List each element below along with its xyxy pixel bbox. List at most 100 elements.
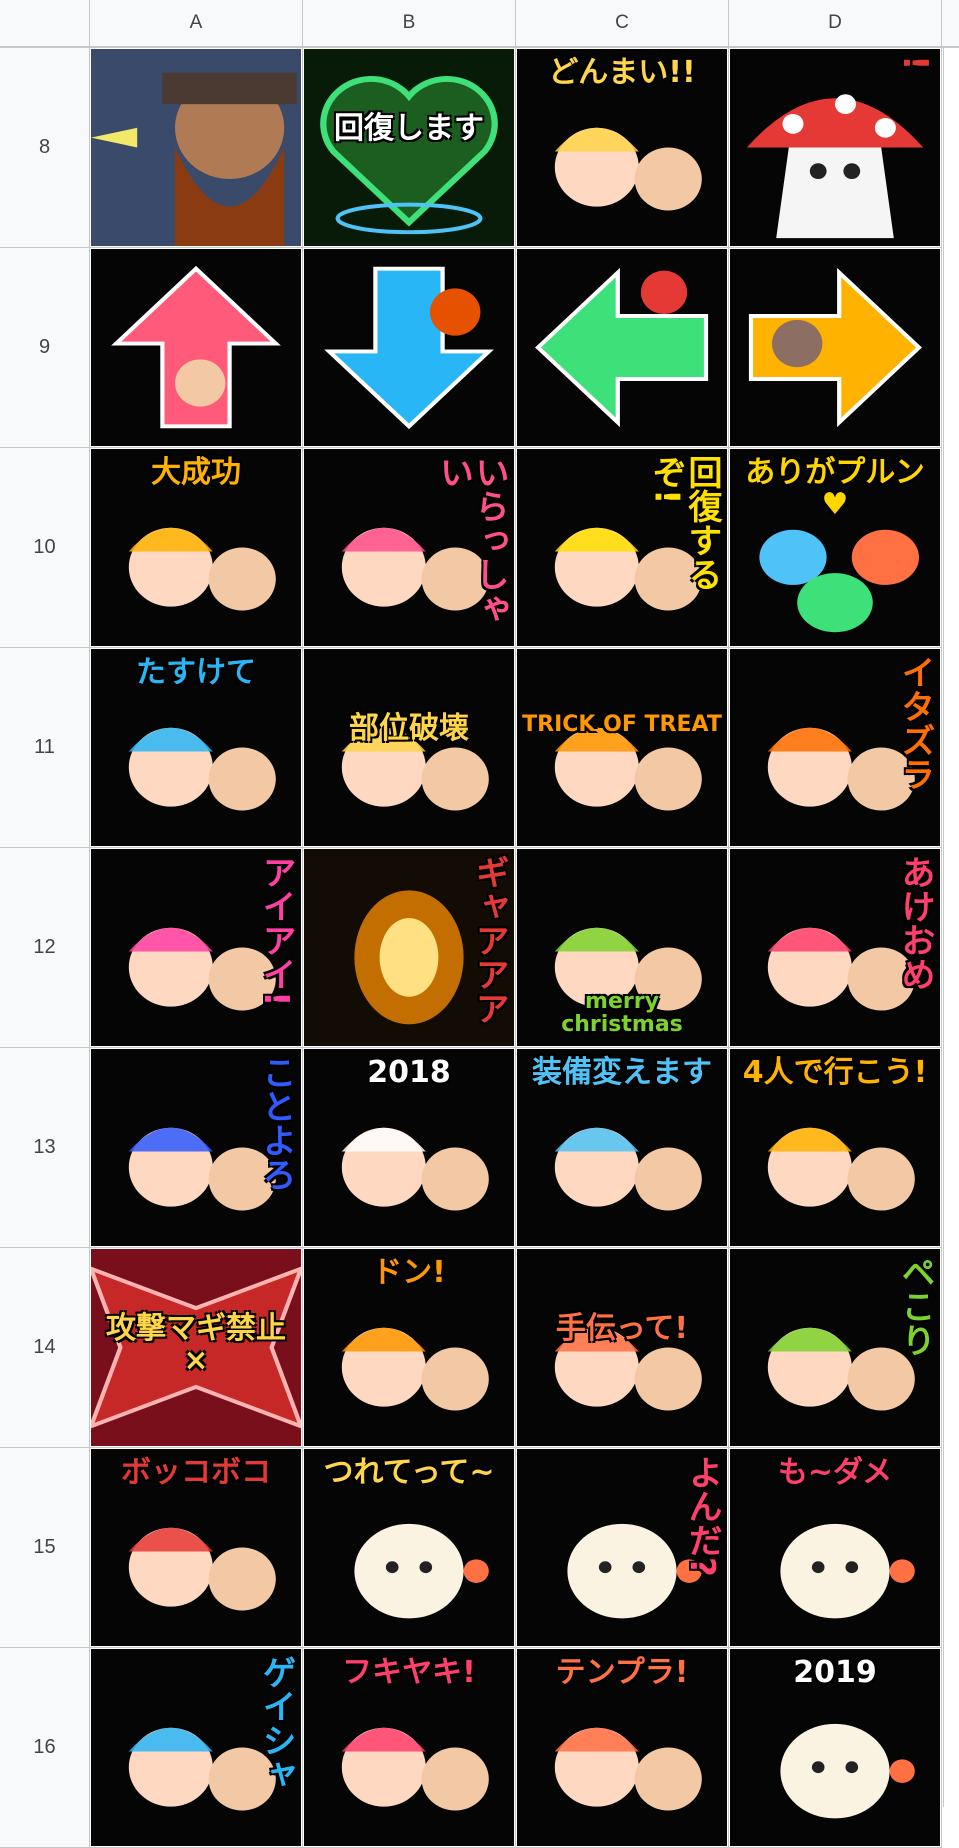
cell-b15[interactable]: つれてって~	[303, 1448, 516, 1648]
cell-c8[interactable]: どんまい!!	[516, 48, 729, 248]
sticker-image: フキヤキ!	[304, 1649, 514, 1846]
cell-c14[interactable]: 手伝って!	[516, 1248, 729, 1448]
column-header-b[interactable]: B	[303, 0, 516, 46]
row-header-10[interactable]: 10	[0, 448, 90, 648]
sticker-image: ボッコボコ	[91, 1449, 301, 1646]
sticker-illustration	[748, 267, 922, 428]
column-header-a[interactable]: A	[90, 0, 303, 46]
cell-a13[interactable]: ことよろ	[90, 1048, 303, 1248]
sticker-caption: イタズラ	[895, 655, 935, 791]
cell-d11[interactable]: イタズラ	[729, 648, 942, 848]
row-header-16[interactable]: 16	[0, 1648, 90, 1848]
sticker-caption: !	[895, 55, 935, 71]
cell-d13[interactable]: 4人で行こう!	[729, 1048, 942, 1248]
row-header-13[interactable]: 13	[0, 1048, 90, 1248]
sticker-image: ありがプルン♥	[730, 449, 940, 646]
row-header-8[interactable]: 8	[0, 48, 90, 248]
sticker-caption: ことよろ	[256, 1055, 296, 1191]
cell-c12[interactable]: merry christmas	[516, 848, 729, 1048]
sticker-caption: 手伝って!	[555, 1311, 689, 1346]
sticker-caption: いらっしゃい	[433, 455, 509, 625]
sticker-image: いらっしゃい	[304, 449, 514, 646]
vertical-scrollbar[interactable]	[943, 48, 959, 1807]
sticker-image: イタズラ	[730, 649, 940, 846]
sticker-illustration	[341, 727, 489, 811]
cell-d12[interactable]: あけおめ	[729, 848, 942, 1048]
cell-d14[interactable]: ペこり	[729, 1248, 942, 1448]
cell-a12[interactable]: アイアイ!	[90, 848, 303, 1048]
sticker-caption: ボッコボコ	[121, 1455, 271, 1490]
sticker-image: 回復します	[304, 49, 514, 246]
cell-d9[interactable]	[729, 248, 942, 448]
column-header-d[interactable]: D	[729, 0, 942, 46]
sticker-caption: どんまい!!	[548, 55, 696, 90]
cell-c11[interactable]: TRICK OF TREAT	[516, 648, 729, 848]
sticker-image: アイアイ!	[91, 849, 301, 1046]
sticker-image: 2018	[304, 1049, 514, 1246]
cell-b8[interactable]: 回復します	[303, 48, 516, 248]
sticker-caption: ゲイシャ	[256, 1655, 296, 1791]
sticker-caption: 部位破壊	[349, 711, 469, 746]
row-header-15[interactable]: 15	[0, 1448, 90, 1648]
cell-d15[interactable]: も~ダメ	[729, 1448, 942, 1648]
sticker-image: ことよろ	[91, 1049, 301, 1246]
cell-c10[interactable]: 回復するぞ!	[516, 448, 729, 648]
sticker-image: merry christmas	[517, 849, 727, 1046]
sticker-illustration	[554, 727, 702, 811]
sticker-image: 大成功	[91, 449, 301, 646]
spreadsheet: ABCD 8 回復します どんまい!!! 9 10 大成功 いらっしゃい 回復するぞ! ありがプ…	[0, 0, 959, 1848]
sticker-image: あけおめ	[730, 849, 940, 1046]
cell-a15[interactable]: ボッコボコ	[90, 1448, 303, 1648]
sticker-image: テンプラ!	[517, 1649, 727, 1846]
sticker-image: ドン!	[304, 1249, 514, 1446]
sticker-caption: ありがプルン♥	[745, 455, 925, 522]
sticker-caption: よんだ?	[682, 1455, 722, 1577]
column-header-c[interactable]: C	[516, 0, 729, 46]
cell-c15[interactable]: よんだ?	[516, 1448, 729, 1648]
cell-c9[interactable]	[516, 248, 729, 448]
sticker-image: も~ダメ	[730, 1449, 940, 1646]
cell-b13[interactable]: 2018	[303, 1048, 516, 1248]
cell-c16[interactable]: テンプラ!	[516, 1648, 729, 1848]
cell-a14[interactable]: 攻撃マギ禁止×	[90, 1248, 303, 1448]
cell-d16[interactable]: 2019	[729, 1648, 942, 1848]
sticker-image	[91, 49, 301, 246]
row-header-11[interactable]: 11	[0, 648, 90, 848]
sticker-image: よんだ?	[517, 1449, 727, 1646]
sticker-caption: テンプラ!	[555, 1655, 689, 1690]
sticker-image	[517, 249, 727, 446]
sticker-illustration	[91, 49, 301, 246]
cell-b12[interactable]: ギャアアア	[303, 848, 516, 1048]
sticker-caption: ドン!	[372, 1255, 446, 1290]
sticker-image: たすけて	[91, 649, 301, 846]
cell-d10[interactable]: ありがプルン♥	[729, 448, 942, 648]
cell-b10[interactable]: いらっしゃい	[303, 448, 516, 648]
cell-a16[interactable]: ゲイシャ	[90, 1648, 303, 1848]
cell-d8[interactable]: !	[729, 48, 942, 248]
sticker-caption: アイアイ!	[256, 855, 296, 1007]
row-header-9[interactable]: 9	[0, 248, 90, 448]
sticker-image	[91, 249, 301, 446]
sticker-image: 装備変えます	[517, 1049, 727, 1246]
cell-a8[interactable]	[90, 48, 303, 248]
select-all-corner[interactable]	[0, 0, 90, 46]
sticker-illustration	[320, 76, 498, 235]
cell-c13[interactable]: 装備変えます	[516, 1048, 729, 1248]
cell-a11[interactable]: たすけて	[90, 648, 303, 848]
sticker-image: ギャアアア	[304, 849, 514, 1046]
cell-b14[interactable]: ドン!	[303, 1248, 516, 1448]
sticker-illustration	[554, 1327, 702, 1411]
sticker-image: 攻撃マギ禁止×	[91, 1249, 301, 1446]
sticker-illustration	[111, 265, 281, 429]
cell-b16[interactable]: フキヤキ!	[303, 1648, 516, 1848]
sticker-image: 2019	[730, 1649, 940, 1846]
cell-b9[interactable]	[303, 248, 516, 448]
cell-a9[interactable]	[90, 248, 303, 448]
sticker-caption: ギャアアア	[469, 855, 509, 1025]
row-header-12[interactable]: 12	[0, 848, 90, 1048]
row-header-14[interactable]: 14	[0, 1248, 90, 1448]
sticker-caption: ペこり	[895, 1255, 935, 1357]
cell-b11[interactable]: 部位破壊	[303, 648, 516, 848]
sticker-illustration	[535, 267, 709, 428]
cell-a10[interactable]: 大成功	[90, 448, 303, 648]
